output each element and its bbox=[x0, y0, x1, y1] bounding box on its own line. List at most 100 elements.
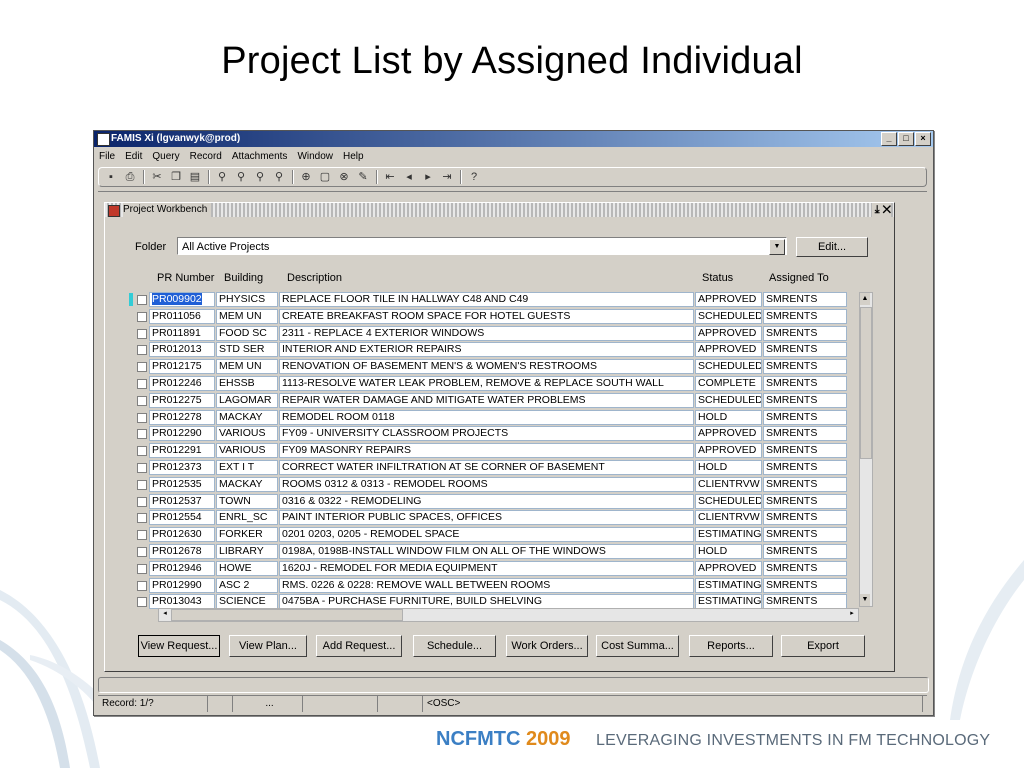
workbench-close-icon[interactable]: ⤓ ✕ bbox=[871, 203, 891, 217]
row-checkbox[interactable] bbox=[137, 412, 147, 423]
description-cell[interactable]: FY09 MASONRY REPAIRS bbox=[279, 443, 694, 459]
assigned-to-cell[interactable]: SMRENTS bbox=[763, 308, 847, 324]
building-cell[interactable]: EXT I T bbox=[216, 459, 278, 475]
assigned-to-cell[interactable]: SMRENTS bbox=[763, 359, 847, 375]
description-cell[interactable]: 0201 0203, 0205 - REMODEL SPACE bbox=[279, 527, 694, 543]
row-checkbox[interactable] bbox=[137, 345, 147, 356]
row-checkbox[interactable] bbox=[137, 580, 147, 591]
table-row[interactable]: PR012291 VARIOUS FY09 MASONRY REPAIRS APPRO… bbox=[129, 442, 857, 459]
row-checkbox[interactable] bbox=[137, 311, 147, 322]
cut-icon[interactable]: ✂ bbox=[151, 171, 163, 183]
pr-number-cell[interactable]: PR012246 bbox=[149, 375, 215, 391]
vertical-scroll-thumb[interactable] bbox=[860, 307, 872, 459]
next-record-icon[interactable]: ▸ bbox=[422, 171, 434, 183]
building-cell[interactable]: LIBRARY bbox=[216, 543, 278, 559]
pr-number-cell[interactable]: PR012275 bbox=[149, 392, 215, 408]
description-cell[interactable]: 1113-RESOLVE WATER LEAK PROBLEM, REMOVE … bbox=[279, 375, 694, 391]
status-cell[interactable]: APPROVED bbox=[695, 342, 762, 358]
export-button[interactable]: Export bbox=[781, 635, 865, 657]
table-row[interactable]: PR012275 LAGOMAR REPAIR WATER DAMAGE AND M… bbox=[129, 392, 857, 409]
close-button[interactable]: × bbox=[915, 132, 931, 146]
description-cell[interactable]: REPAIR WATER DAMAGE AND MITIGATE WATER P… bbox=[279, 392, 694, 408]
pr-number-cell[interactable]: PR012290 bbox=[149, 426, 215, 442]
description-cell[interactable]: REMODEL ROOM 0118 bbox=[279, 409, 694, 425]
building-cell[interactable]: TOWN bbox=[216, 493, 278, 509]
edit-folder-button[interactable]: Edit... bbox=[796, 237, 868, 257]
row-checkbox[interactable] bbox=[137, 295, 147, 305]
assigned-to-cell[interactable]: SMRENTS bbox=[763, 560, 847, 576]
scroll-left-icon[interactable]: ◂ bbox=[159, 609, 171, 619]
status-cell[interactable]: SCHEDULED bbox=[695, 392, 762, 408]
cost-summary-button[interactable]: Cost Summa... bbox=[596, 635, 679, 657]
pr-number-cell[interactable]: PR011056 bbox=[149, 308, 215, 324]
minimize-button[interactable]: _ bbox=[881, 132, 897, 146]
description-cell[interactable]: 0316 & 0322 - REMODELING bbox=[279, 493, 694, 509]
assigned-to-cell[interactable]: SMRENTS bbox=[763, 409, 847, 425]
description-cell[interactable]: 1620J - REMODEL FOR MEDIA EQUIPMENT bbox=[279, 560, 694, 576]
vertical-scrollbar[interactable]: ▲ ▼ bbox=[859, 292, 873, 607]
pr-number-cell[interactable]: PR012678 bbox=[149, 543, 215, 559]
assigned-to-cell[interactable]: SMRENTS bbox=[763, 577, 847, 593]
query-cancel-icon[interactable]: ⚲ bbox=[273, 171, 285, 183]
pr-number-cell[interactable]: PR012537 bbox=[149, 493, 215, 509]
query-count-icon[interactable]: ⚲ bbox=[254, 171, 266, 183]
record-clear-icon[interactable]: ▢ bbox=[319, 171, 331, 183]
menu-record[interactable]: Record bbox=[185, 149, 227, 165]
add-request-button[interactable]: Add Request... bbox=[316, 635, 402, 657]
query-enter-icon[interactable]: ⚲ bbox=[216, 171, 228, 183]
description-cell[interactable]: RMS. 0226 & 0228: REMOVE WALL BETWEEN RO… bbox=[279, 577, 694, 593]
status-cell[interactable]: ESTIMATING bbox=[695, 577, 762, 593]
menu-help[interactable]: Help bbox=[338, 149, 369, 165]
horizontal-scroll-thumb[interactable] bbox=[171, 609, 403, 621]
table-row[interactable]: PR012678 LIBRARY 0198A, 0198B-INSTALL WIND… bbox=[129, 543, 857, 560]
status-cell[interactable]: HOLD bbox=[695, 459, 762, 475]
query-execute-icon[interactable]: ⚲ bbox=[235, 171, 247, 183]
status-cell[interactable]: SCHEDULED bbox=[695, 493, 762, 509]
workbench-titlebar[interactable]: Project Workbench ⤓ ✕ bbox=[105, 203, 894, 217]
building-cell[interactable]: MACKAY bbox=[216, 476, 278, 492]
pr-number-cell[interactable]: PR012175 bbox=[149, 359, 215, 375]
row-checkbox[interactable] bbox=[137, 328, 147, 339]
pr-number-cell[interactable]: PR011891 bbox=[149, 325, 215, 341]
record-delete-icon[interactable]: ⊗ bbox=[338, 171, 350, 183]
status-cell[interactable]: HOLD bbox=[695, 543, 762, 559]
reports-button[interactable]: Reports... bbox=[689, 635, 773, 657]
first-record-icon[interactable]: ⇤ bbox=[384, 171, 396, 183]
menu-edit[interactable]: Edit bbox=[120, 149, 147, 165]
maximize-button[interactable]: □ bbox=[898, 132, 914, 146]
menu-file[interactable]: File bbox=[94, 149, 120, 165]
record-insert-icon[interactable]: ⊕ bbox=[300, 171, 312, 183]
status-cell[interactable]: HOLD bbox=[695, 409, 762, 425]
assigned-to-cell[interactable]: SMRENTS bbox=[763, 325, 847, 341]
building-cell[interactable]: LAGOMAR bbox=[216, 392, 278, 408]
scroll-up-icon[interactable]: ▲ bbox=[860, 293, 870, 305]
description-cell[interactable]: CORRECT WATER INFILTRATION AT SE CORNER … bbox=[279, 459, 694, 475]
pr-number-cell[interactable]: PR012278 bbox=[149, 409, 215, 425]
pr-number-cell[interactable]: PR012535 bbox=[149, 476, 215, 492]
status-cell[interactable]: APPROVED bbox=[695, 443, 762, 459]
building-cell[interactable]: MEM UN bbox=[216, 308, 278, 324]
table-row[interactable]: PR011891 FOOD SC 2311 - REPLACE 4 EXTERIOR… bbox=[129, 325, 857, 342]
record-edit-icon[interactable]: ✎ bbox=[357, 171, 369, 183]
description-cell[interactable]: CREATE BREAKFAST ROOM SPACE FOR HOTEL GU… bbox=[279, 308, 694, 324]
menu-window[interactable]: Window bbox=[292, 149, 338, 165]
horizontal-scrollbar[interactable]: ◂ ▸ bbox=[158, 608, 859, 622]
row-checkbox[interactable] bbox=[137, 362, 147, 373]
menu-query[interactable]: Query bbox=[147, 149, 184, 165]
pr-number-cell[interactable]: PR012013 bbox=[149, 342, 215, 358]
previous-record-icon[interactable]: ◂ bbox=[403, 171, 415, 183]
building-cell[interactable]: PHYSICS bbox=[216, 292, 278, 307]
assigned-to-cell[interactable]: SMRENTS bbox=[763, 543, 847, 559]
building-cell[interactable]: VARIOUS bbox=[216, 426, 278, 442]
description-cell[interactable]: 0198A, 0198B-INSTALL WINDOW FILM ON ALL … bbox=[279, 543, 694, 559]
assigned-to-cell[interactable]: SMRENTS bbox=[763, 426, 847, 442]
assigned-to-cell[interactable]: SMRENTS bbox=[763, 527, 847, 543]
last-record-icon[interactable]: ⇥ bbox=[441, 171, 453, 183]
row-checkbox[interactable] bbox=[137, 530, 147, 541]
description-cell[interactable]: FY09 - UNIVERSITY CLASSROOM PROJECTS bbox=[279, 426, 694, 442]
view-plan-button[interactable]: View Plan... bbox=[229, 635, 307, 657]
table-row[interactable]: PR012630 FORKER 0201 0203, 0205 - REMODEL … bbox=[129, 526, 857, 543]
assigned-to-cell[interactable]: SMRENTS bbox=[763, 342, 847, 358]
menu-attachments[interactable]: Attachments bbox=[227, 149, 293, 165]
save-icon[interactable]: ▪ bbox=[105, 171, 117, 183]
